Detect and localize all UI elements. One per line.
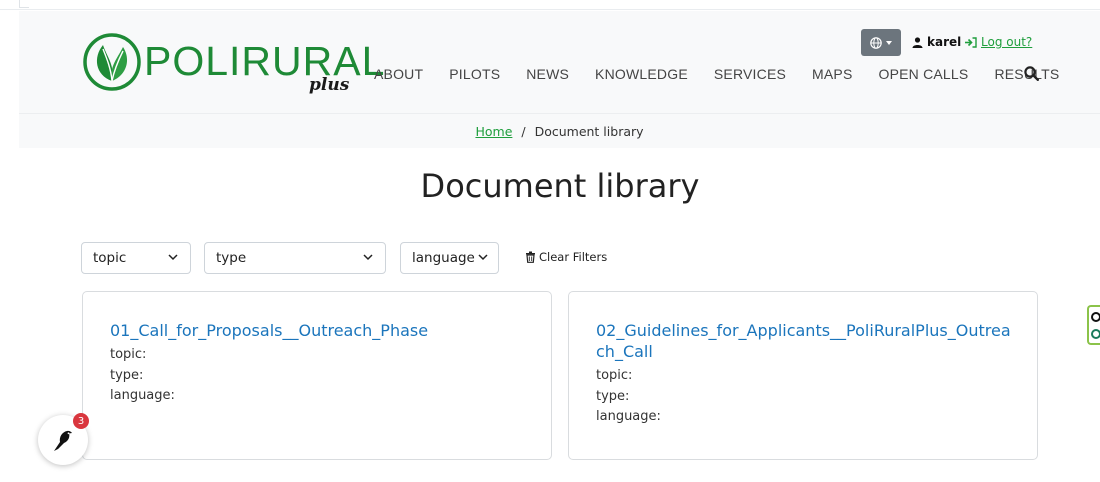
document-topic: topic: xyxy=(110,347,147,362)
nav-open-calls[interactable]: OPEN CALLS xyxy=(879,66,969,82)
main-nav: ABOUT PILOTS NEWS KNOWLEDGE SERVICES MAP… xyxy=(374,66,1085,82)
trash-icon xyxy=(526,251,535,263)
nav-news[interactable]: NEWS xyxy=(526,66,569,82)
document-card: 02_Guidelines_for_Applicants__PoliRuralP… xyxy=(568,291,1038,460)
sign-in-icon xyxy=(965,36,977,48)
document-title-link[interactable]: 01_Call_for_Proposals__Outreach_Phase xyxy=(110,320,530,341)
leaf-logo-icon xyxy=(83,33,141,91)
document-title-link[interactable]: 02_Guidelines_for_Applicants__PoliRuralP… xyxy=(596,320,1016,362)
site-header: POLIRURAL plus karel Log out? ABOUT PILO… xyxy=(19,11,1100,114)
logout-link[interactable]: Log out? xyxy=(964,35,1032,49)
document-type: type: xyxy=(110,367,144,383)
side-accessibility-widget[interactable] xyxy=(1087,305,1100,345)
language-filter-select[interactable]: language xyxy=(400,242,499,274)
username: karel xyxy=(927,35,962,49)
top-strip xyxy=(0,0,1100,10)
breadcrumb: Home / Document library xyxy=(19,114,1100,148)
clear-filters-label: Clear Filters xyxy=(539,250,608,264)
document-language: language: xyxy=(596,409,661,424)
chevron-down-icon xyxy=(886,40,892,45)
chevron-down-icon xyxy=(363,254,373,261)
notification-badge: 3 xyxy=(73,413,89,429)
corner-tick xyxy=(19,0,29,8)
user-icon xyxy=(912,36,923,48)
breadcrumb-current: Document library xyxy=(534,124,644,139)
document-language: language: xyxy=(110,388,175,403)
language-button[interactable] xyxy=(861,29,901,56)
topic-filter-value: topic xyxy=(93,250,127,266)
page-title: Document library xyxy=(420,167,700,205)
topic-filter-select[interactable]: topic xyxy=(81,242,191,274)
nav-services[interactable]: SERVICES xyxy=(714,66,786,82)
chevron-down-icon xyxy=(478,254,488,261)
logout-label: Log out? xyxy=(981,35,1033,49)
user-account[interactable]: karel xyxy=(912,35,961,49)
nav-about[interactable]: ABOUT xyxy=(374,66,423,82)
document-topic: topic: xyxy=(596,368,633,383)
nav-maps[interactable]: MAPS xyxy=(812,66,852,82)
document-type: type: xyxy=(596,388,630,404)
breadcrumb-home[interactable]: Home xyxy=(475,124,512,139)
type-filter-select[interactable]: type xyxy=(204,242,386,274)
clear-filters-button[interactable]: Clear Filters xyxy=(525,250,607,264)
nav-knowledge[interactable]: KNOWLEDGE xyxy=(595,66,688,82)
email-circle-icon xyxy=(1091,329,1100,339)
search-button[interactable] xyxy=(1024,66,1040,85)
close-circle-icon xyxy=(1091,312,1100,322)
brand-logo[interactable]: POLIRURAL plus xyxy=(81,31,384,97)
document-card: 01_Call_for_Proposals__Outreach_Phase to… xyxy=(82,291,552,460)
nav-pilots[interactable]: PILOTS xyxy=(449,66,500,82)
brand-suffix: plus xyxy=(309,75,350,95)
breadcrumb-separator: / xyxy=(521,124,526,139)
type-filter-value: type xyxy=(216,250,247,266)
language-filter-value: language xyxy=(412,250,475,266)
globe-icon xyxy=(870,36,882,49)
bird-icon xyxy=(54,430,72,451)
chevron-down-icon xyxy=(168,254,178,261)
search-icon xyxy=(1024,66,1040,82)
